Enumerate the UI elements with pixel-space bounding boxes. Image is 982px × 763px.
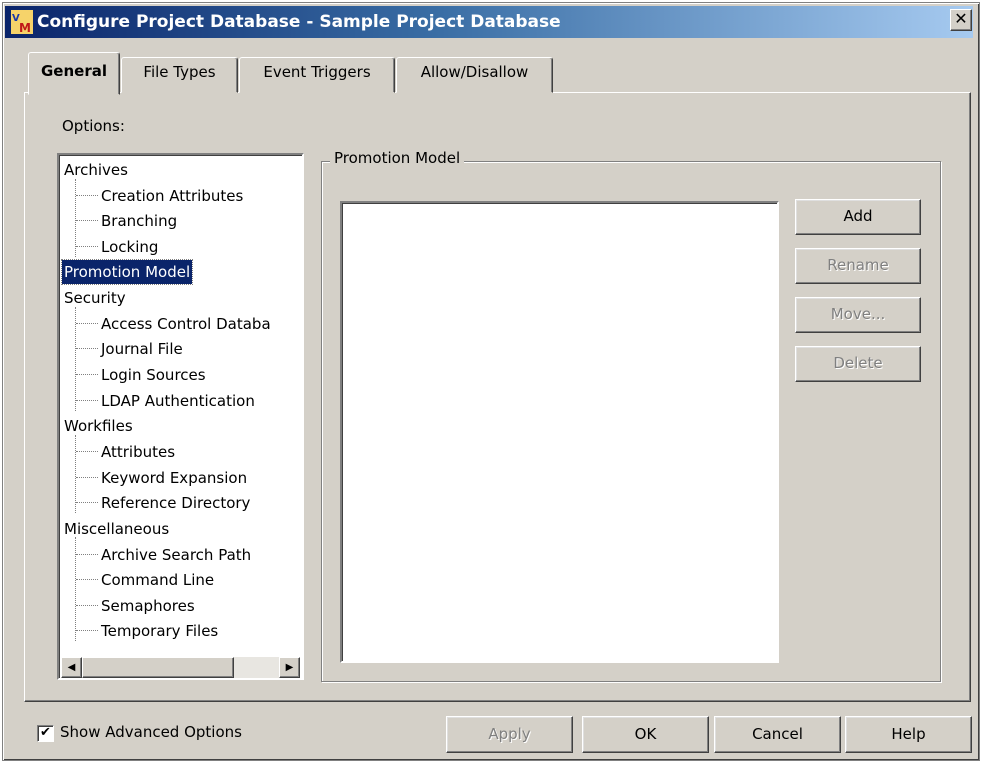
tab-label: Allow/Disallow <box>420 63 529 81</box>
tree-item-branching[interactable]: Branching <box>101 209 177 233</box>
options-tree[interactable]: Archives Creation Attributes Branching L… <box>57 153 304 680</box>
tree-connector <box>76 502 98 503</box>
tree-connector <box>76 477 98 478</box>
tree-item-ldap-authentication[interactable]: LDAP Authentication <box>101 389 255 413</box>
tree-item-archive-search-path[interactable]: Archive Search Path <box>101 543 251 567</box>
tree-item-miscellaneous[interactable]: Miscellaneous <box>62 517 171 541</box>
tree-item-access-control-database[interactable]: Access Control Databa <box>101 312 271 336</box>
close-button[interactable]: ✕ <box>950 9 972 31</box>
tree-item-reference-directory[interactable]: Reference Directory <box>101 491 250 515</box>
scroll-left-icon: ◀ <box>67 662 76 673</box>
tree-item-workfiles[interactable]: Workfiles <box>62 414 135 438</box>
options-label: Options: <box>62 117 125 135</box>
tree-connector <box>76 451 98 452</box>
tree-connector <box>76 630 98 631</box>
tree-connector <box>76 246 98 247</box>
show-advanced-options-label[interactable]: Show Advanced Options <box>60 723 242 741</box>
tree-line <box>75 537 76 641</box>
tab-label: File Types <box>143 63 216 81</box>
tree-connector <box>76 195 98 196</box>
cancel-button[interactable]: Cancel <box>714 716 841 753</box>
tree-item-promotion-model[interactable]: Promotion Model <box>60 259 194 285</box>
rename-button[interactable]: Rename <box>795 248 921 284</box>
tree-connector <box>76 374 98 375</box>
tree-horizontal-scrollbar[interactable]: ◀ ▶ <box>61 657 300 678</box>
scroll-left-button[interactable]: ◀ <box>61 657 82 678</box>
tab-label: Event Triggers <box>263 63 371 81</box>
vm-app-icon: V M <box>11 10 33 35</box>
svg-text:M: M <box>19 21 31 34</box>
tree-item-login-sources[interactable]: Login Sources <box>101 363 206 387</box>
tab-general[interactable]: General <box>28 52 120 95</box>
promotion-model-group-label: Promotion Model <box>330 149 465 167</box>
tree-connector <box>76 348 98 349</box>
title-bar[interactable]: V M Configure Project Database - Sample … <box>5 6 973 38</box>
tree-connector <box>76 323 98 324</box>
tree-item-journal-file[interactable]: Journal File <box>101 337 183 361</box>
tree-item-creation-attributes[interactable]: Creation Attributes <box>101 184 243 208</box>
scrollbar-thumb[interactable] <box>82 657 234 678</box>
tree-item-security[interactable]: Security <box>62 286 128 310</box>
scroll-right-icon: ▶ <box>285 662 294 673</box>
show-advanced-options-checkbox[interactable]: ✔ <box>37 725 54 742</box>
tree-item-keyword-expansion[interactable]: Keyword Expansion <box>101 466 247 490</box>
tab-file-types[interactable]: File Types <box>121 57 238 93</box>
close-icon: ✕ <box>954 9 968 28</box>
promotion-model-list[interactable] <box>340 201 779 663</box>
tree-item-semaphores[interactable]: Semaphores <box>101 594 195 618</box>
scroll-right-button[interactable]: ▶ <box>279 657 300 678</box>
tree-item-temporary-files[interactable]: Temporary Files <box>101 619 218 643</box>
tab-label: General <box>41 62 107 80</box>
move-button[interactable]: Move... <box>795 297 921 333</box>
tree-connector <box>76 400 98 401</box>
tab-event-triggers[interactable]: Event Triggers <box>239 57 395 93</box>
tree-connector <box>76 220 98 221</box>
delete-button[interactable]: Delete <box>795 346 921 382</box>
apply-button[interactable]: Apply <box>446 716 573 753</box>
tree-item-locking[interactable]: Locking <box>101 235 158 259</box>
checkmark-icon: ✔ <box>40 725 51 740</box>
tree-connector <box>76 605 98 606</box>
add-button[interactable]: Add <box>795 199 921 235</box>
tree-item-attributes[interactable]: Attributes <box>101 440 175 464</box>
tree-item-archives[interactable]: Archives <box>62 158 130 182</box>
window-title: Configure Project Database - Sample Proj… <box>37 12 561 32</box>
tree-connector <box>76 579 98 580</box>
tree-connector <box>76 554 98 555</box>
tab-allow-disallow[interactable]: Allow/Disallow <box>396 57 553 93</box>
tree-item-command-line[interactable]: Command Line <box>101 568 214 592</box>
ok-button[interactable]: OK <box>582 716 709 753</box>
help-button[interactable]: Help <box>845 716 972 753</box>
